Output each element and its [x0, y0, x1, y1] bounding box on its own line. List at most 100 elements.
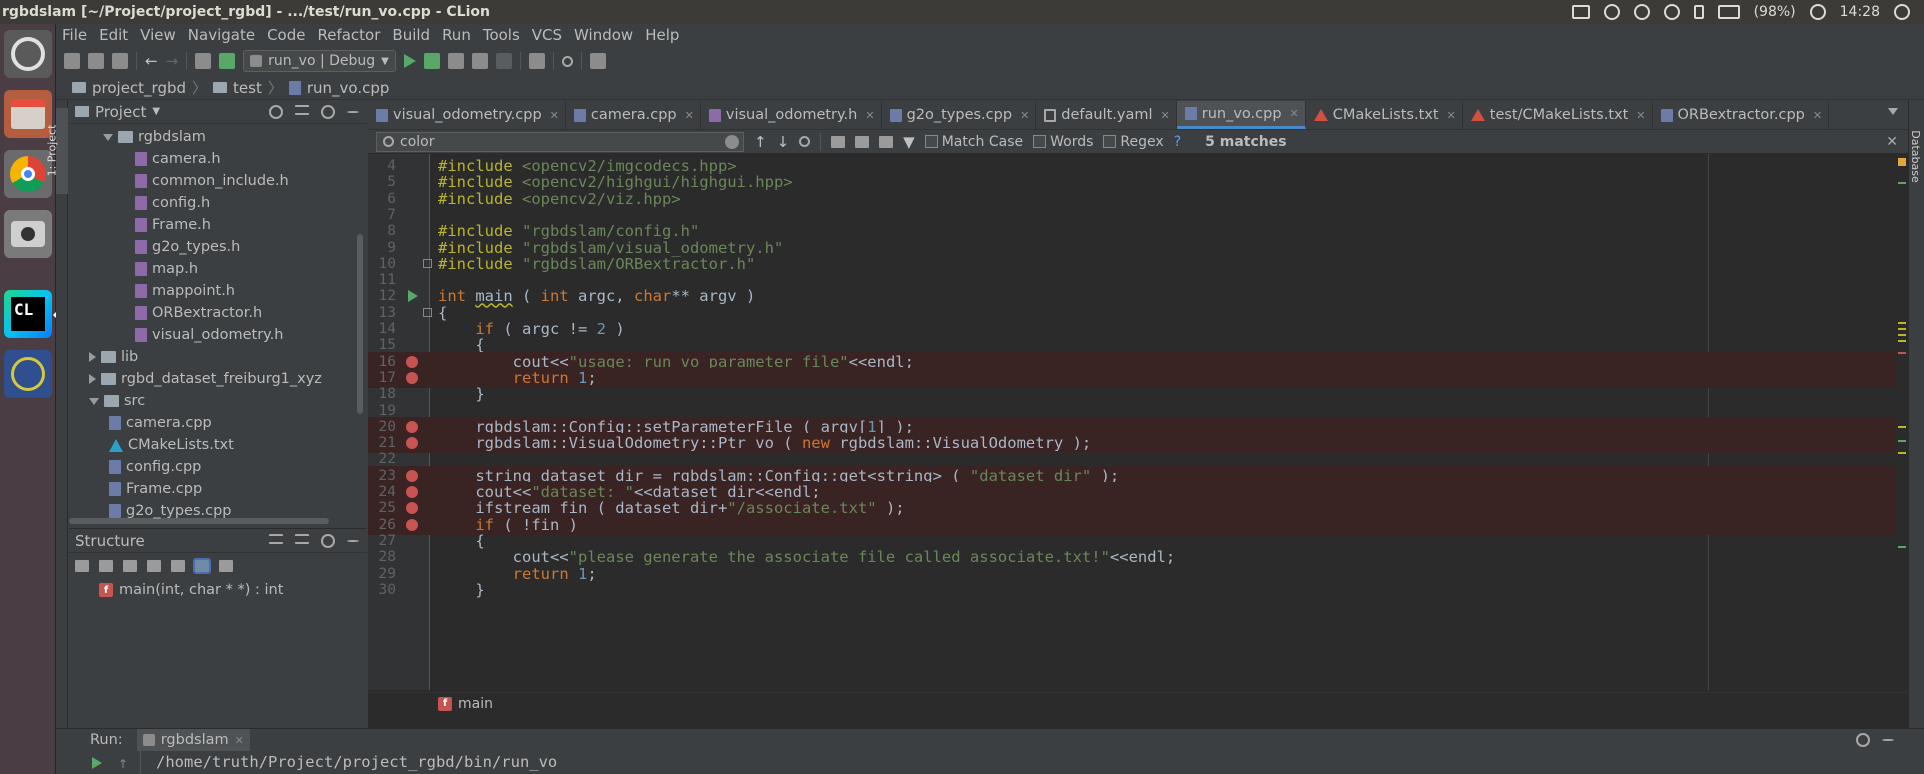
- next-match-icon[interactable]: ↓: [777, 133, 790, 151]
- editor-tab[interactable]: ORBextractor.cpp ✕: [1653, 101, 1830, 129]
- editor-tab[interactable]: g2o_types.cpp ✕: [882, 101, 1037, 129]
- close-tab-icon[interactable]: ✕: [1161, 109, 1170, 122]
- fold-marker-icon[interactable]: [423, 259, 432, 269]
- open-icon[interactable]: [64, 53, 80, 69]
- ubuntu-dash-icon[interactable]: [4, 30, 52, 78]
- editor-tab[interactable]: visual_odometry.h ✕: [701, 101, 882, 129]
- run-configuration-select[interactable]: run_vo | Debug ▼: [243, 50, 396, 72]
- hide-panel-icon[interactable]: [347, 539, 359, 542]
- find-input[interactable]: [400, 133, 700, 150]
- tree-file[interactable]: ORBextractor.h: [135, 302, 262, 324]
- clion-icon[interactable]: CL: [4, 290, 52, 338]
- tree-file[interactable]: CMakeLists.txt: [109, 434, 234, 456]
- regex-checkbox[interactable]: Regex: [1103, 134, 1164, 150]
- project-tool-tab[interactable]: 1: Project: [45, 108, 68, 194]
- settings-wrench-icon[interactable]: [528, 53, 545, 69]
- tree-file[interactable]: config.h: [135, 192, 210, 214]
- battery-icon[interactable]: [1717, 5, 1740, 19]
- breakpoint-icon[interactable]: [406, 502, 418, 515]
- words-checkbox[interactable]: Words: [1033, 134, 1093, 150]
- menu-item-refactor[interactable]: Refactor: [311, 26, 386, 44]
- menu-item-help[interactable]: Help: [639, 26, 685, 44]
- bluetooth-icon[interactable]: [1663, 4, 1680, 20]
- breadcrumb-item[interactable]: test: [233, 79, 262, 97]
- project-panel-title[interactable]: Project: [95, 103, 146, 121]
- autoscroll-to-source-icon[interactable]: [193, 558, 211, 574]
- sort-alphabetically-icon[interactable]: [99, 560, 113, 572]
- collapsed-arrow-icon[interactable]: [89, 374, 96, 384]
- power-gear-icon[interactable]: [1894, 4, 1910, 20]
- close-tab-icon[interactable]: ✕: [550, 109, 559, 122]
- collapsed-arrow-icon[interactable]: [89, 352, 96, 362]
- tree-file[interactable]: camera.cpp: [109, 412, 212, 434]
- close-tab-icon[interactable]: ✕: [1636, 109, 1645, 122]
- structure-item[interactable]: f main(int, char * *) : int: [69, 579, 367, 601]
- volume-icon[interactable]: [1809, 4, 1826, 20]
- scroll-from-source-icon[interactable]: [269, 104, 283, 119]
- vcs-icon[interactable]: [589, 53, 606, 69]
- error-stripe[interactable]: [1896, 154, 1908, 690]
- expanded-arrow-icon[interactable]: [89, 397, 99, 405]
- gear-icon[interactable]: [321, 104, 335, 119]
- telegram-icon[interactable]: [1603, 4, 1620, 20]
- select-all-occurrences-icon[interactable]: [879, 135, 894, 148]
- run-with-coverage-icon[interactable]: [447, 53, 464, 69]
- code-breadcrumb-function[interactable]: main: [458, 696, 493, 712]
- code-line[interactable]: 30 }: [368, 580, 1908, 600]
- add-occurrence-icon[interactable]: [831, 135, 846, 148]
- search-everywhere-icon[interactable]: [561, 55, 573, 67]
- close-tab-icon[interactable]: ✕: [865, 109, 874, 122]
- close-icon[interactable]: ✕: [235, 734, 244, 747]
- tree-file[interactable]: common_include.h: [135, 170, 289, 192]
- editor-tab[interactable]: camera.cpp ✕: [566, 101, 701, 129]
- breakpoint-icon[interactable]: [406, 469, 418, 482]
- expanded-arrow-icon[interactable]: [103, 133, 113, 141]
- clear-search-icon[interactable]: [725, 134, 739, 149]
- vertical-scrollbar[interactable]: [357, 234, 363, 414]
- stop-icon[interactable]: [495, 53, 512, 69]
- run-play-icon[interactable]: [403, 54, 416, 68]
- remove-occurrence-icon[interactable]: [855, 135, 870, 148]
- menu-item-edit[interactable]: Edit: [93, 26, 134, 44]
- close-tab-icon[interactable]: ✕: [1020, 109, 1029, 122]
- menu-item-window[interactable]: Window: [568, 26, 639, 44]
- run-tab[interactable]: rgbdslam ✕: [136, 729, 250, 751]
- collapse-icon[interactable]: [171, 560, 185, 572]
- editor-tab[interactable]: CMakeLists.txt ✕: [1306, 101, 1463, 129]
- breakpoint-icon[interactable]: [406, 518, 418, 531]
- forward-icon[interactable]: →: [166, 52, 179, 70]
- wechat-icon[interactable]: [1633, 4, 1650, 20]
- menu-item-run[interactable]: Run: [436, 26, 477, 44]
- show-fields-icon[interactable]: [123, 560, 137, 572]
- settings-star-icon[interactable]: [4, 350, 52, 398]
- breakpoint-icon[interactable]: [406, 355, 418, 368]
- tree-file[interactable]: camera.h: [135, 148, 221, 170]
- save-icon[interactable]: [88, 53, 104, 69]
- collapse-all-icon[interactable]: [295, 533, 309, 544]
- clock[interactable]: 14:28: [1840, 4, 1880, 20]
- autoscroll-from-source-icon[interactable]: [219, 560, 233, 572]
- network-icon[interactable]: [1693, 5, 1704, 19]
- sort-by-visibility-icon[interactable]: [75, 560, 89, 572]
- breadcrumb-item[interactable]: project_rgbd: [92, 79, 186, 97]
- breakpoint-icon[interactable]: [406, 486, 418, 498]
- breakpoint-icon[interactable]: [406, 420, 418, 433]
- hide-panel-icon[interactable]: [347, 110, 359, 113]
- close-tab-icon[interactable]: ✕: [1813, 109, 1822, 122]
- collapse-all-icon[interactable]: [295, 104, 309, 115]
- gear-icon[interactable]: [321, 533, 335, 548]
- tree-folder[interactable]: lib: [89, 346, 138, 368]
- camera-icon[interactable]: [4, 210, 52, 258]
- code-area[interactable]: 4 #include <opencv2/imgcodecs.hpp> 5 #inclu…: [368, 154, 1908, 690]
- tree-file[interactable]: g2o_types.h: [135, 236, 240, 258]
- tree-file[interactable]: Frame.h: [135, 214, 211, 236]
- search-icon[interactable]: [383, 136, 394, 147]
- menu-item-vcs[interactable]: VCS: [526, 26, 568, 44]
- close-find-icon[interactable]: ✕: [1886, 134, 1898, 150]
- chevron-down-icon[interactable]: ▼: [152, 106, 160, 117]
- editor-tab[interactable]: test/CMakeLists.txt ✕: [1463, 101, 1653, 129]
- tree-folder[interactable]: rgbdslam: [103, 126, 206, 148]
- match-case-checkbox[interactable]: Match Case: [924, 134, 1023, 150]
- fold-marker-icon[interactable]: [423, 308, 432, 318]
- close-tab-icon[interactable]: ✕: [685, 109, 694, 122]
